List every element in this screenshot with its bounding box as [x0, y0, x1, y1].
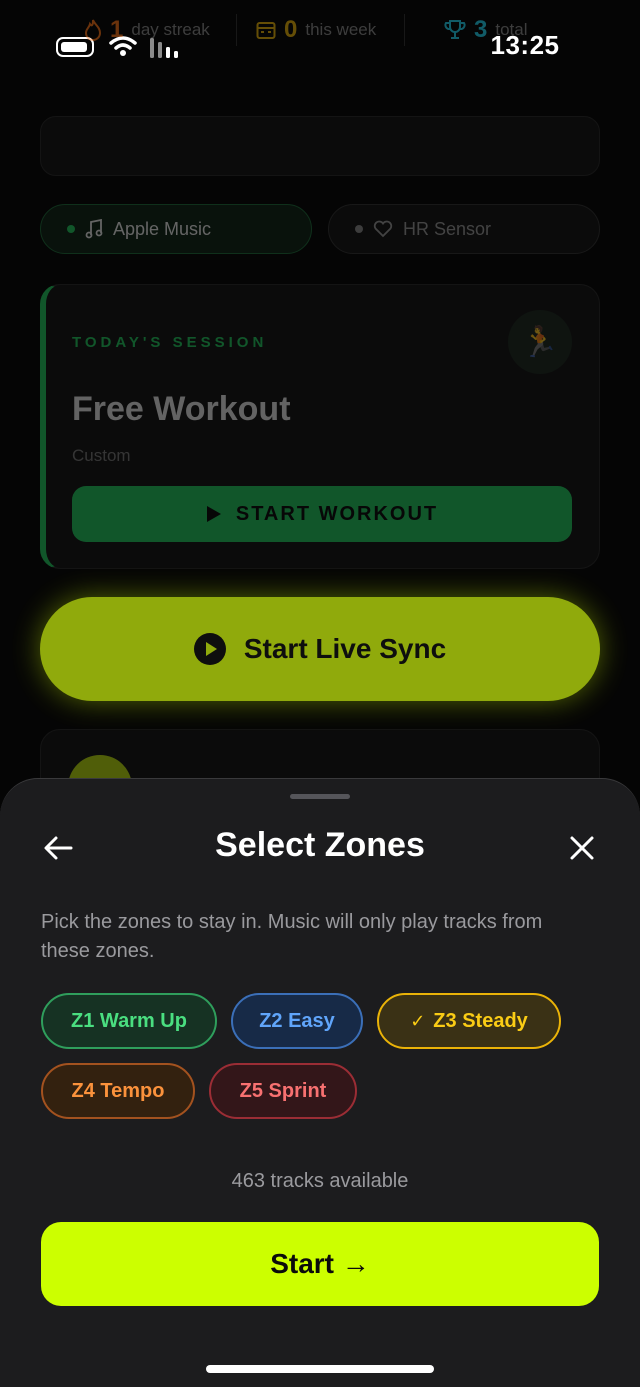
runner-icon: 🏃	[508, 310, 572, 374]
play-circle-icon	[193, 633, 226, 665]
stat-week-label: this week	[305, 20, 377, 39]
check-icon: ✓	[410, 1010, 426, 1031]
hr-sensor-pill[interactable]: HR Sensor	[328, 204, 600, 254]
apple-music-pill[interactable]: Apple Music	[40, 204, 312, 254]
calendar-icon	[256, 22, 276, 39]
zone-chip-label: Z2 Easy	[259, 1009, 335, 1032]
live-sync-label: Start Live Sync	[243, 633, 447, 664]
stat-week-value: 0	[284, 16, 298, 43]
zone-chip-label: Z5 Sprint	[239, 1079, 327, 1102]
stat-streak: 1 day streak	[84, 0, 210, 60]
start-workout-label: START WORKOUT	[235, 502, 439, 525]
stat-streak-value: 1	[110, 16, 124, 43]
stat-total-value: 3	[474, 16, 488, 43]
home-indicator[interactable]	[206, 1365, 434, 1373]
zone-chip-z5[interactable]: Z5 Sprint	[209, 1063, 357, 1119]
stat-week: 0 this week	[256, 0, 376, 60]
zone-chip-z1[interactable]: Z1 Warm Up	[41, 993, 217, 1049]
stat-streak-label: day streak	[131, 20, 210, 39]
stat-total-label: total	[495, 20, 528, 39]
sheet-grabber[interactable]	[290, 794, 350, 799]
session-subtitle: Custom	[72, 446, 131, 465]
close-button[interactable]	[564, 830, 600, 866]
zone-chip-label: Z4 Tempo	[71, 1079, 165, 1102]
close-icon	[570, 836, 594, 860]
music-note-icon	[85, 219, 103, 239]
start-button[interactable]: Start →	[41, 1222, 599, 1306]
start-workout-button[interactable]: START WORKOUT	[72, 486, 572, 542]
stat-divider	[404, 14, 405, 46]
zone-chip-z2[interactable]: Z2 Easy	[231, 993, 363, 1049]
sheet-title: Select Zones	[215, 826, 425, 864]
connection-status-dot	[355, 225, 363, 233]
trophy-icon	[444, 20, 466, 39]
connection-status-dot	[67, 225, 75, 233]
zone-chip-label: Z1 Warm Up	[71, 1009, 187, 1032]
stat-divider	[236, 14, 237, 46]
zone-chip-z4[interactable]: Z4 Tempo	[41, 1063, 195, 1119]
stats-bar	[40, 116, 600, 176]
hr-sensor-label: HR Sensor	[403, 218, 492, 239]
tracks-available: 463 tracks available	[231, 1170, 409, 1192]
heart-icon	[373, 220, 393, 238]
session-kicker: TODAY'S SESSION	[72, 334, 268, 351]
stat-total: 3 total	[444, 0, 528, 60]
play-icon	[206, 506, 221, 522]
flame-icon	[84, 19, 102, 41]
sheet-description: Pick the zones to stay in. Music will on…	[41, 911, 543, 962]
zone-chip-label: Z3 Steady	[433, 1009, 528, 1032]
apple-music-label: Apple Music	[113, 218, 212, 239]
session-title: Free Workout	[72, 390, 291, 428]
start-button-label: Start →	[270, 1248, 370, 1279]
start-live-sync-button[interactable]: Start Live Sync	[40, 597, 600, 701]
zone-chip-z3[interactable]: ✓ Z3 Steady	[377, 993, 561, 1049]
